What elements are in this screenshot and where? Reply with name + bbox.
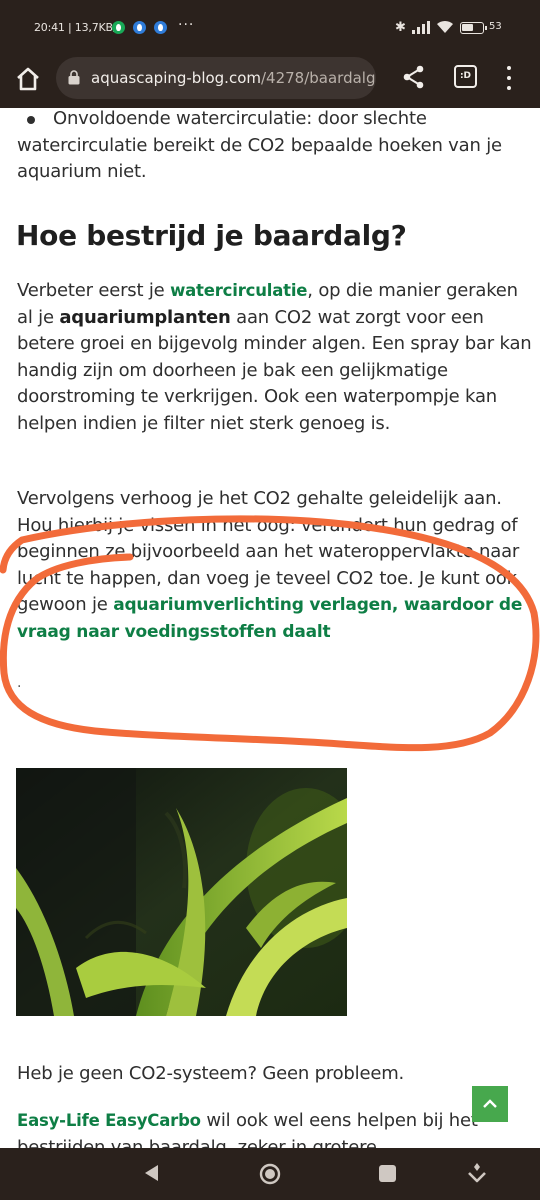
notification-app-icon <box>154 21 167 34</box>
status-bar: 20:41 | 13,7KB/s ··· ✱ 53 <box>0 0 540 54</box>
period-text: . <box>17 675 22 691</box>
navigation-bar <box>0 1148 540 1200</box>
url-host: aquascaping-blog.com <box>91 69 261 87</box>
battery-percent: 53 <box>489 21 502 32</box>
notification-app-icon <box>133 21 146 34</box>
easycarbo-link[interactable]: Easy-Life EasyCarbo <box>17 1111 201 1130</box>
bluetooth-icon: ✱ <box>395 20 406 35</box>
more-vert-icon[interactable] <box>500 66 518 90</box>
article-content: Onvoldoende watercirculatie: door slecht… <box>0 108 540 1148</box>
notification-app-icon <box>112 21 125 34</box>
battery-icon <box>460 22 487 34</box>
paragraph-3: Heb je geen CO2-systeem? Geen probleem. <box>17 1063 405 1084</box>
browser-toolbar: aquascaping-blog.com/4278/baardalg :D <box>0 54 540 108</box>
signal-icon <box>412 21 431 34</box>
tab-switcher-button[interactable]: :D <box>454 65 477 88</box>
square-recents-icon[interactable] <box>379 1165 396 1182</box>
watercirculatie-link[interactable]: watercirculatie <box>170 281 307 300</box>
assistant-icon[interactable] <box>467 1162 487 1184</box>
list-item: Onvoldoende watercirculatie: door slecht… <box>17 108 522 186</box>
chevron-up-icon[interactable] <box>472 1086 508 1122</box>
section-heading: Hoe bestrijd je baardalg? <box>16 219 407 252</box>
para1-text-1: Verbeter eerst je <box>17 280 171 301</box>
paragraph-4: Easy-Life EasyCarbo wil ook wel eens hel… <box>17 1108 532 1148</box>
circle-home-icon[interactable] <box>259 1163 281 1185</box>
status-time: 20:41 | 13,7KB/s <box>34 21 122 34</box>
share-icon[interactable] <box>400 63 428 91</box>
lock-icon <box>68 70 80 85</box>
more-notifications-icon: ··· <box>178 17 195 33</box>
url-bar[interactable]: aquascaping-blog.com/4278/baardalg <box>56 57 376 99</box>
aquarium-plant-photo <box>16 768 347 1016</box>
url-text[interactable]: aquascaping-blog.com/4278/baardalg <box>91 69 376 87</box>
aquariumplanten-bold: aquariumplanten <box>59 306 231 328</box>
url-path: /4278/baardalg <box>261 69 376 87</box>
wifi-icon <box>437 20 453 33</box>
home-icon[interactable] <box>10 61 46 97</box>
paragraph-2: Vervolgens verhoog je het CO2 gehalte ge… <box>17 486 532 645</box>
bullet-text: Onvoldoende watercirculatie: door slecht… <box>17 108 502 182</box>
paragraph-1: Verbeter eerst je watercirculatie, op di… <box>17 278 532 437</box>
bullet-icon <box>27 116 35 124</box>
triangle-back-icon[interactable] <box>143 1164 159 1182</box>
